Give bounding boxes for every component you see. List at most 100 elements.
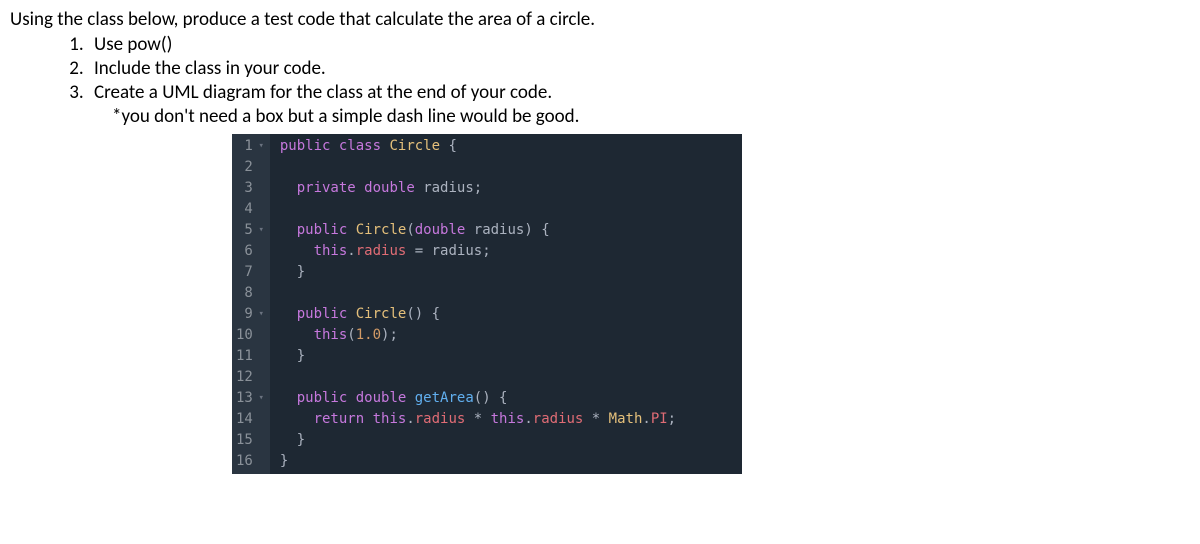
code-token: this <box>373 411 407 427</box>
code-token: 1.0 <box>356 327 381 343</box>
line-number: 12 <box>236 367 253 388</box>
line-number: 8 <box>244 283 252 304</box>
code-token: ; <box>474 180 482 196</box>
code-token: radius <box>423 180 474 196</box>
code-token: public <box>297 222 348 238</box>
code-token <box>364 411 372 427</box>
code-token: private <box>297 180 356 196</box>
gutter-line: 8 <box>236 283 264 304</box>
code-token <box>280 327 314 343</box>
code-token: public <box>297 306 348 322</box>
code-token <box>280 411 314 427</box>
code-token: ) { <box>524 222 549 238</box>
line-number: 10 <box>236 325 253 346</box>
code-token: this <box>314 327 348 343</box>
list-item: Include the class in your code. <box>88 57 1190 80</box>
code-token: class <box>339 138 381 154</box>
line-number: 4 <box>244 199 252 220</box>
gutter-line: 1▾ <box>236 136 264 157</box>
code-line <box>280 367 734 388</box>
code-line: public class Circle { <box>280 136 734 157</box>
code-token <box>280 390 297 406</box>
code-token <box>280 306 297 322</box>
code-token: this <box>491 411 525 427</box>
code-line: public double getArea() { <box>280 388 734 409</box>
gutter-line: 14 <box>236 409 264 430</box>
code-token <box>415 180 423 196</box>
line-number: 3 <box>244 178 252 199</box>
code-line: } <box>280 451 734 472</box>
code-token: public <box>280 138 331 154</box>
code-token: } <box>280 264 305 280</box>
code-token: Circle <box>356 306 407 322</box>
code-token: . <box>524 411 532 427</box>
instructions-block: Using the class below, produce a test co… <box>10 8 1190 128</box>
code-line: } <box>280 430 734 451</box>
code-token <box>280 222 297 238</box>
line-number: 5 <box>244 220 252 241</box>
code-gutter: 1▾2345▾6789▾10111213▾141516 <box>232 134 270 474</box>
gutter-line: 2 <box>236 157 264 178</box>
code-line: } <box>280 262 734 283</box>
gutter-line: 13▾ <box>236 388 264 409</box>
code-token <box>465 222 473 238</box>
gutter-line: 6 <box>236 241 264 262</box>
gutter-line: 10 <box>236 325 264 346</box>
line-number: 11 <box>236 346 253 367</box>
code-token: { <box>440 138 457 154</box>
code-token <box>347 390 355 406</box>
code-line: private double radius; <box>280 178 734 199</box>
code-line <box>280 283 734 304</box>
code-token: Circle <box>389 138 440 154</box>
list-item: Create a UML diagram for the class at th… <box>88 81 1190 104</box>
code-content: public class Circle { private double rad… <box>270 134 742 474</box>
code-token: this <box>314 243 348 259</box>
code-token: () { <box>406 306 440 322</box>
code-line: } <box>280 346 734 367</box>
code-token: * <box>583 411 608 427</box>
line-number: 6 <box>244 241 252 262</box>
list-item: Use pow() <box>88 33 1190 56</box>
code-line: return this.radius * this.radius * Math.… <box>280 409 734 430</box>
code-token <box>347 306 355 322</box>
line-number: 13 <box>236 388 253 409</box>
code-token: Circle <box>356 222 407 238</box>
code-token: radius <box>533 411 584 427</box>
code-token <box>347 222 355 238</box>
code-line: public Circle() { <box>280 304 734 325</box>
code-token: * <box>465 411 490 427</box>
gutter-line: 7 <box>236 262 264 283</box>
gutter-line: 15 <box>236 430 264 451</box>
code-token: radius <box>356 243 407 259</box>
code-token: Math <box>609 411 643 427</box>
code-block: 1▾2345▾6789▾10111213▾141516 public class… <box>232 134 742 474</box>
fold-arrow-icon[interactable]: ▾ <box>256 140 264 154</box>
gutter-line: 12 <box>236 367 264 388</box>
code-token: . <box>406 411 414 427</box>
code-token: ; <box>668 411 676 427</box>
gutter-line: 9▾ <box>236 304 264 325</box>
code-token <box>330 138 338 154</box>
code-token <box>356 180 364 196</box>
code-token: double <box>356 390 407 406</box>
code-token: ); <box>381 327 398 343</box>
line-number: 2 <box>244 157 252 178</box>
code-line: public Circle(double radius) { <box>280 220 734 241</box>
line-number: 15 <box>236 430 253 451</box>
code-token <box>406 390 414 406</box>
fold-arrow-icon[interactable]: ▾ <box>256 392 264 406</box>
line-number: 7 <box>244 262 252 283</box>
fold-arrow-icon[interactable]: ▾ <box>256 308 264 322</box>
code-token: radius <box>415 411 466 427</box>
code-line <box>280 199 734 220</box>
code-token: public <box>297 390 348 406</box>
code-token: () { <box>474 390 508 406</box>
code-token <box>280 243 314 259</box>
code-line: this.radius = radius; <box>280 241 734 262</box>
main-instruction: Using the class below, produce a test co… <box>10 8 1190 31</box>
instruction-list: Use pow() Include the class in your code… <box>10 33 1190 104</box>
fold-arrow-icon[interactable]: ▾ <box>256 224 264 238</box>
code-token: } <box>280 348 305 364</box>
code-token: getArea <box>415 390 474 406</box>
code-token: return <box>314 411 365 427</box>
